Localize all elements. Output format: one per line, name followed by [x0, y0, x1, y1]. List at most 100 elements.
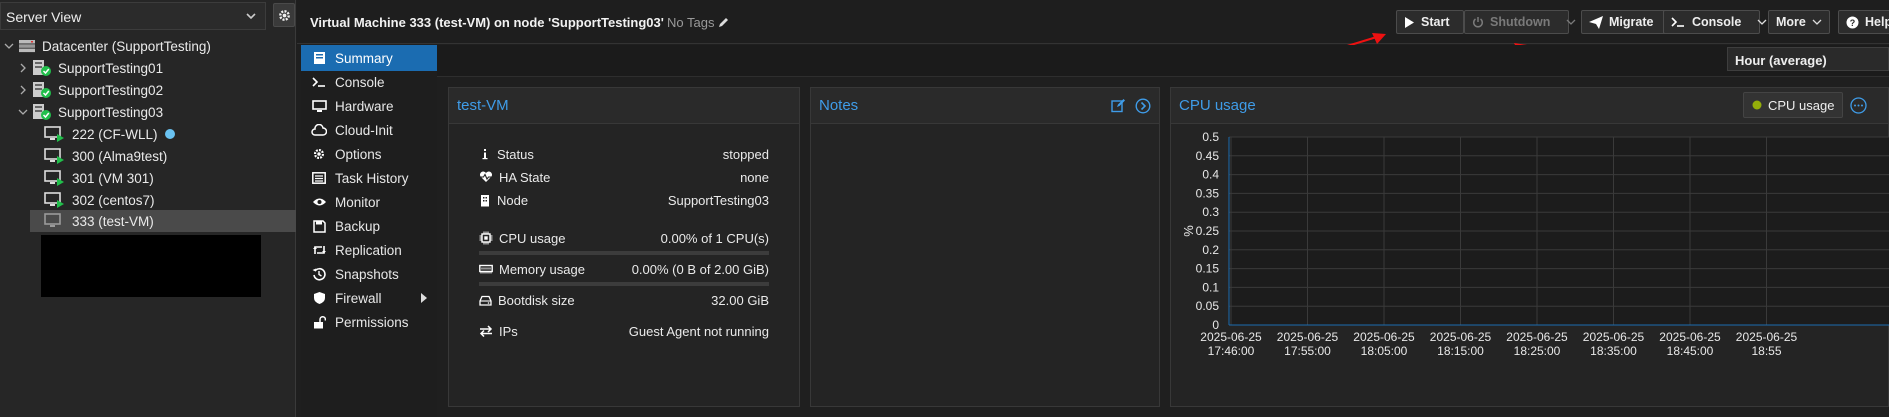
nav-replication[interactable]: Replication	[301, 237, 437, 263]
status-row: Status stopped	[479, 144, 769, 164]
bootdisk-row: Bootdisk size 32.00 GiB	[479, 290, 769, 310]
more-button[interactable]: More	[1768, 10, 1830, 34]
tree-item-datacenter[interactable]: Datacenter (SupportTesting)	[4, 35, 211, 57]
tree-item-supporttesting01[interactable]: SupportTesting01	[18, 57, 163, 79]
chevron-down-icon[interactable]	[4, 41, 14, 51]
nav-label: Firewall	[335, 290, 382, 306]
status-value: stopped	[722, 146, 769, 162]
pencil-icon[interactable]	[717, 16, 730, 29]
nav-options[interactable]: Options	[301, 141, 437, 167]
migrate-button-label: Migrate	[1609, 15, 1654, 29]
node-online-icon	[32, 59, 52, 77]
tree-item-label: Datacenter (SupportTesting)	[42, 38, 211, 54]
x-tick-label: 2025-06-25	[1200, 330, 1262, 344]
x-tick-label: 2025-06-25	[1353, 330, 1415, 344]
more-button-label: More	[1776, 15, 1806, 29]
terminal-icon	[311, 76, 327, 88]
memory-usage-value: 0.00% (0 B of 2.00 GiB)	[631, 261, 769, 277]
x-tick-label: 18:35:00	[1590, 344, 1637, 358]
help-button[interactable]: ? Help	[1838, 10, 1889, 34]
tree-item-label: 300 (Alma9test)	[72, 148, 168, 164]
chevron-circle-icon[interactable]	[1135, 97, 1151, 114]
chevron-down-icon	[1812, 17, 1822, 27]
edit-icon[interactable]	[1111, 98, 1126, 113]
tree-settings-button[interactable]	[273, 3, 295, 27]
x-tick-label: 18:05:00	[1361, 344, 1408, 358]
tree-item-supporttesting02[interactable]: SupportTesting02	[18, 79, 163, 101]
node-row: Node SupportTesting03	[479, 190, 769, 210]
tree-item-vm-302[interactable]: 302 (centos7)	[44, 189, 155, 211]
retweet-icon	[311, 244, 327, 256]
x-tick-label: 18:45:00	[1667, 344, 1714, 358]
gear-icon	[277, 8, 292, 23]
ips-row: IPs Guest Agent not running	[479, 321, 769, 341]
status-panel-header: test-VM	[449, 88, 799, 124]
gear-icon	[311, 147, 327, 161]
cpu-chart-header: CPU usage CPU usage	[1171, 88, 1888, 124]
nav-label: Snapshots	[335, 266, 399, 282]
cpu-usage-value: 0.00% of 1 CPU(s)	[660, 230, 769, 246]
y-tick-label: 0.25	[1196, 224, 1220, 238]
nav-permissions[interactable]: Permissions	[301, 309, 437, 335]
cpu-usage-bar	[479, 251, 769, 255]
timeframe-value: Hour (average)	[1735, 53, 1827, 68]
chevron-right-icon[interactable]	[18, 63, 28, 73]
nav-label: Replication	[335, 242, 402, 258]
tree-item-vm-222[interactable]: 222 (CF-WLL)	[44, 123, 176, 145]
tree-item-vm-300[interactable]: 300 (Alma9test)	[44, 145, 167, 167]
vm-stopped-icon	[44, 213, 66, 229]
page-title: Virtual Machine 333 (test-VM) on node 'S…	[310, 15, 664, 30]
status-panel-title: test-VM	[457, 97, 509, 114]
nav-summary[interactable]: Summary	[301, 45, 437, 71]
view-selector[interactable]: Server View	[0, 2, 266, 30]
tags-label: No Tags	[667, 15, 715, 30]
chevron-down-icon[interactable]	[18, 107, 28, 117]
nav-hardware[interactable]: Hardware	[301, 93, 437, 119]
nav-monitor[interactable]: Monitor	[301, 189, 437, 215]
x-tick-label: 2025-06-25	[1506, 330, 1568, 344]
migrate-button[interactable]: Migrate	[1581, 10, 1667, 34]
chevron-right-icon[interactable]	[18, 85, 28, 95]
chevron-down-icon[interactable]	[1757, 17, 1767, 27]
y-tick-label: 0.3	[1202, 205, 1219, 219]
chevron-down-icon	[243, 8, 259, 24]
memory-usage-label: Memory usage	[499, 261, 585, 277]
tree-item-vm-301[interactable]: 301 (VM 301)	[44, 167, 154, 189]
nav-cloud-init[interactable]: Cloud-Init	[301, 117, 437, 143]
bootdisk-value: 32.00 GiB	[711, 292, 769, 308]
book-icon	[311, 51, 327, 65]
nav-label: Cloud-Init	[335, 122, 393, 138]
console-button[interactable]: Console	[1663, 10, 1767, 34]
vm-nav: Summary Console Hardware Cloud-Init Opti…	[301, 45, 437, 417]
status-label: Status	[497, 146, 534, 162]
y-tick-label: 0.4	[1202, 168, 1219, 182]
timeframe-select[interactable]: Hour (average)	[1727, 47, 1889, 71]
vm-running-icon	[44, 148, 66, 164]
nav-label: Hardware	[335, 98, 394, 114]
unlock-icon	[311, 315, 327, 329]
svg-text:?: ?	[1850, 18, 1856, 28]
status-dot-icon	[164, 128, 176, 140]
nav-console[interactable]: Console	[301, 69, 437, 95]
list-icon	[311, 172, 327, 184]
nav-label: Console	[335, 74, 385, 90]
view-selector-label: Server View	[6, 9, 82, 25]
redacted-area	[41, 235, 261, 297]
history-icon	[311, 267, 327, 281]
tree-item-vm-333[interactable]: 333 (test-VM)	[30, 210, 296, 232]
memory-icon	[479, 264, 493, 274]
nav-snapshots[interactable]: Snapshots	[301, 261, 437, 287]
terminal-icon	[1671, 16, 1686, 28]
nav-label: Backup	[335, 218, 381, 234]
nav-label: Monitor	[335, 194, 381, 210]
nav-firewall[interactable]: Firewall	[301, 285, 437, 311]
legend-dot-icon	[1752, 100, 1762, 110]
tags-field[interactable]: No Tags	[667, 15, 730, 30]
legend-cpu-usage[interactable]: CPU usage	[1743, 92, 1844, 118]
nav-task-history[interactable]: Task History	[301, 165, 437, 191]
more-options-icon[interactable]	[1850, 97, 1867, 114]
nav-backup[interactable]: Backup	[301, 213, 437, 239]
y-tick-label: 0.45	[1196, 149, 1220, 163]
y-tick-label: 0.2	[1202, 243, 1219, 257]
tree-item-supporttesting03[interactable]: SupportTesting03	[18, 101, 163, 123]
